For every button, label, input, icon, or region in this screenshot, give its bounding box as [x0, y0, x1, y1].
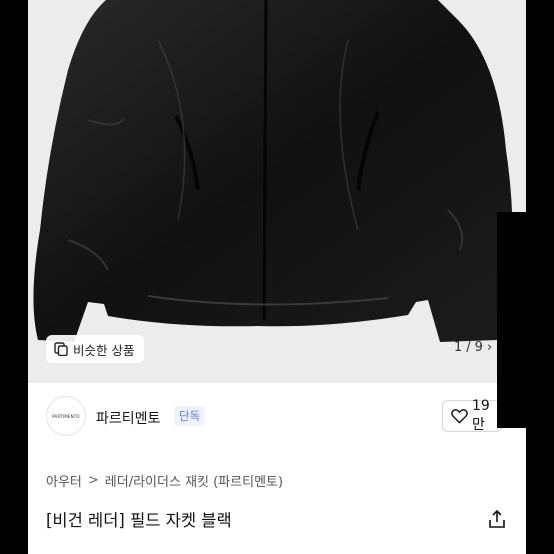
next-image-icon[interactable]: › [487, 340, 492, 355]
similar-products-icon [54, 342, 68, 356]
product-screen: 비슷한 상품 1 / 9 › PARTIMENTO 파르티멘토 단독 19만 아… [28, 0, 526, 554]
similar-products-button[interactable]: 비슷한 상품 [46, 335, 145, 363]
product-image[interactable]: 비슷한 상품 1 / 9 › [28, 0, 526, 383]
like-button[interactable]: 19만 [442, 398, 502, 433]
chevron-right-icon: > [87, 473, 99, 488]
image-page-indicator: 1 / 9 › [454, 340, 492, 355]
page-separator: / [466, 340, 471, 355]
breadcrumb-item-category[interactable]: 레더/라이더스 재킷 (파르티멘토) [105, 471, 283, 490]
exclusive-badge: 단독 [174, 406, 206, 426]
similar-products-label: 비슷한 상품 [73, 342, 135, 358]
product-title: [비건 레더] 필드 자켓 블랙 [46, 511, 232, 530]
page-total: 9 [474, 340, 483, 355]
side-black-overlay [497, 212, 527, 428]
brand-logo-text: PARTIMENTO [52, 413, 80, 419]
breadcrumb-item-outer[interactable]: 아우터 [46, 471, 82, 490]
brand-name[interactable]: 파르티멘토 [96, 408, 160, 428]
page-current: 1 [454, 340, 463, 355]
breadcrumb: 아우터 > 레더/라이더스 재킷 (파르티멘토) [46, 471, 283, 490]
share-icon[interactable] [486, 508, 508, 530]
brand-row: PARTIMENTO 파르티멘토 단독 19만 [28, 390, 526, 444]
jacket-photo [28, 0, 526, 383]
heart-icon [451, 409, 468, 424]
brand-logo[interactable]: PARTIMENTO [46, 396, 86, 436]
